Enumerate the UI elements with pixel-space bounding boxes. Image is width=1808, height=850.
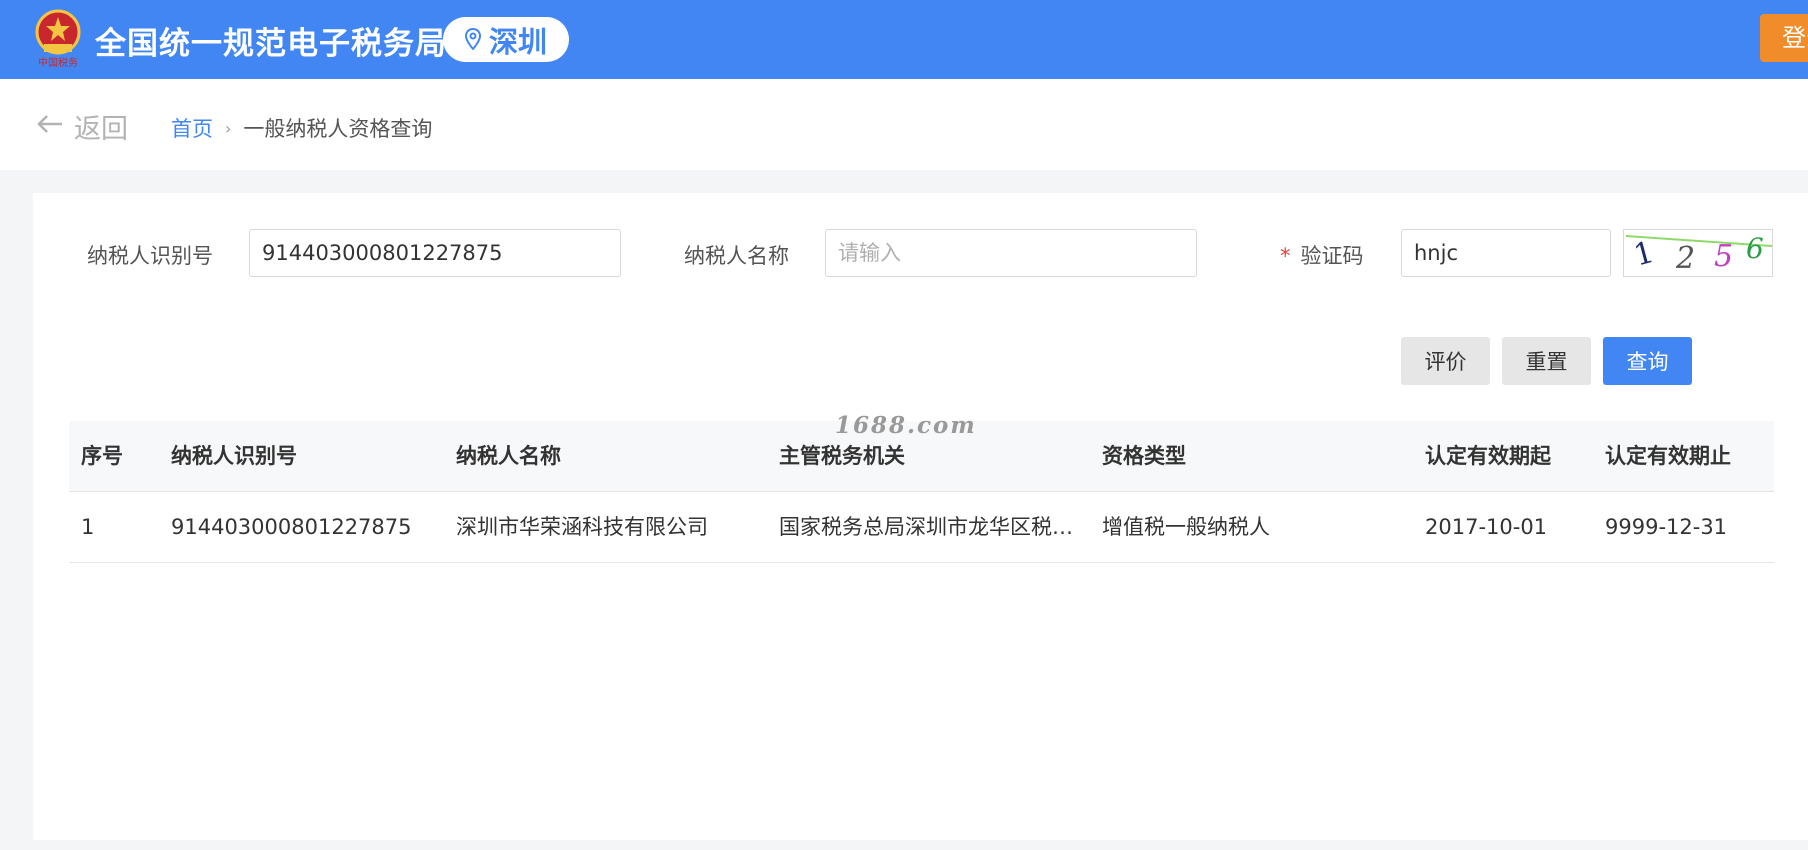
- taxpayer-id-input[interactable]: [249, 229, 621, 277]
- col-header-taxpayer-id: 纳税人识别号: [171, 444, 297, 468]
- col-header-taxpayer-name: 纳税人名称: [456, 444, 561, 468]
- results-table: 序号 纳税人识别号 纳税人名称 主管税务机关 资格类型 认定有效期起 认定有效期…: [69, 421, 1774, 563]
- required-star: *: [1280, 244, 1291, 268]
- site-title: 全国统一规范电子税务局: [95, 26, 447, 62]
- svg-text:2: 2: [1675, 241, 1695, 276]
- location-pin-icon: [464, 23, 481, 57]
- search-button[interactable]: 查询: [1603, 337, 1692, 385]
- cell-taxpayer-name: 深圳市华荣涵科技有限公司: [456, 515, 708, 539]
- breadcrumb-bar: 返回 首页 › 一般纳税人资格查询: [0, 79, 1808, 170]
- reset-button[interactable]: 重置: [1502, 337, 1591, 385]
- tax-emblem-logo: 中国税务: [34, 8, 82, 70]
- captcha-label-wrap: * 验证码: [1280, 240, 1364, 270]
- city-selector[interactable]: 深圳: [443, 17, 569, 62]
- city-name: 深圳: [488, 24, 547, 59]
- col-header-qualification-type: 资格类型: [1102, 444, 1186, 468]
- breadcrumb-separator: ›: [225, 118, 232, 138]
- taxpayer-name-input[interactable]: [825, 229, 1197, 277]
- cell-index: 1: [81, 515, 95, 539]
- top-header: 中国税务 全国统一规范电子税务局 深圳 登录: [0, 0, 1808, 79]
- cell-valid-from: 2017-10-01: [1425, 515, 1548, 539]
- back-label: 返回: [74, 114, 128, 145]
- captcha-image[interactable]: 1 2 5 6: [1623, 229, 1773, 277]
- cell-valid-to: 9999-12-31: [1605, 515, 1728, 539]
- svg-text:6: 6: [1746, 232, 1764, 265]
- cell-taxpayer-id: 914403000801227875: [171, 515, 412, 539]
- cell-tax-authority: 国家税务总局深圳市龙华区税务局: [779, 515, 1081, 539]
- watermark-text: 1688.com: [835, 412, 977, 439]
- table-row[interactable]: 1 914403000801227875 深圳市华荣涵科技有限公司 国家税务总局…: [69, 492, 1774, 563]
- cell-qualification-type: 增值税一般纳税人: [1102, 515, 1270, 539]
- breadcrumb-current: 一般纳税人资格查询: [243, 117, 433, 141]
- breadcrumb: 首页 › 一般纳税人资格查询: [171, 113, 432, 143]
- svg-text:1: 1: [1630, 235, 1658, 274]
- arrow-left-icon: [36, 111, 64, 142]
- evaluate-button[interactable]: 评价: [1401, 337, 1490, 385]
- breadcrumb-home-link[interactable]: 首页: [171, 113, 213, 143]
- col-header-valid-to: 认定有效期止: [1605, 444, 1731, 468]
- svg-text:5: 5: [1714, 239, 1733, 274]
- back-button[interactable]: 返回: [36, 107, 128, 146]
- taxpayer-id-label: 纳税人识别号: [87, 244, 213, 268]
- login-button[interactable]: 登录: [1760, 14, 1808, 62]
- col-header-valid-from: 认定有效期起: [1425, 444, 1551, 468]
- captcha-input[interactable]: [1401, 229, 1611, 277]
- taxpayer-name-label: 纳税人名称: [684, 244, 789, 268]
- captcha-label: 验证码: [1300, 244, 1364, 268]
- col-header-index: 序号: [81, 444, 123, 468]
- svg-text:中国税务: 中国税务: [38, 56, 78, 69]
